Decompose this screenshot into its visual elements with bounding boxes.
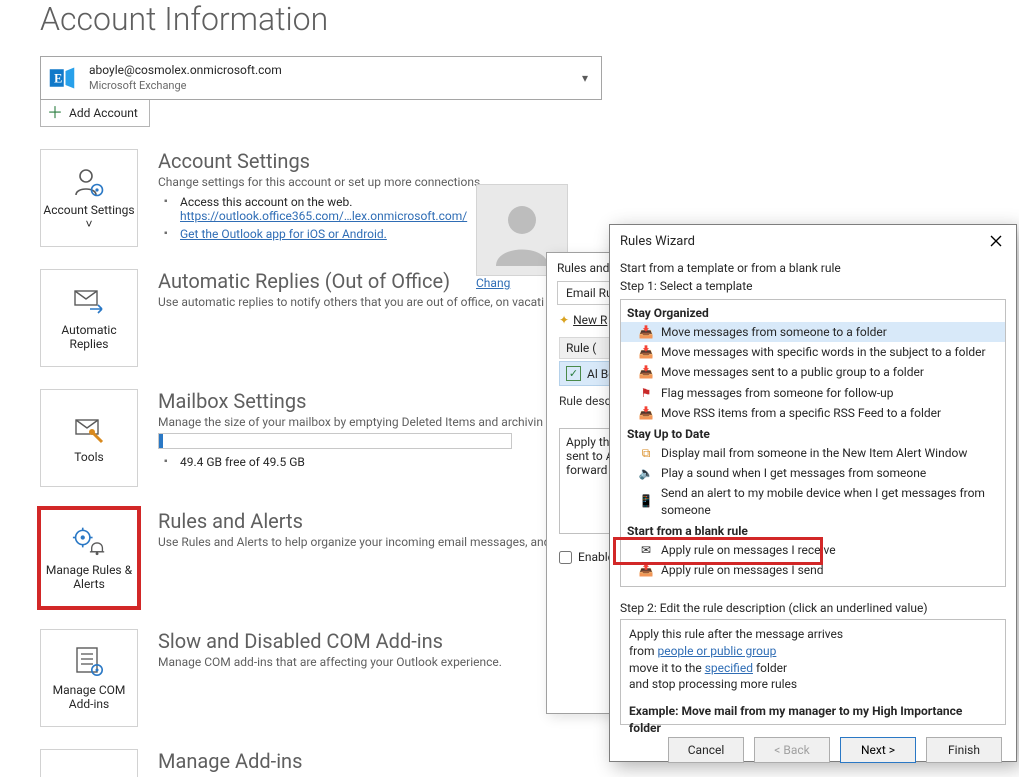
template-listbox[interactable]: Stay Organized 📥 Move messages from some… <box>620 299 1006 587</box>
manage-rules-tile-label: Manage Rules & Alerts <box>41 563 137 592</box>
link-people-group[interactable]: people or public group <box>657 644 776 658</box>
automatic-replies-tile-label: Automatic Replies <box>41 323 137 352</box>
enable-rules-checkbox[interactable] <box>559 551 572 564</box>
envelope-arrow-icon <box>72 285 106 319</box>
manage-rules-tile[interactable]: Manage Rules & Alerts <box>40 509 138 607</box>
manage-addins-tile[interactable] <box>40 749 138 777</box>
back-button[interactable]: < Back <box>754 737 830 763</box>
checkmark-icon[interactable]: ✓ <box>566 366 581 381</box>
automatic-replies-tile[interactable]: Automatic Replies <box>40 269 138 367</box>
account-selector[interactable]: E aboyle@cosmolex.onmicrosoft.com Micros… <box>40 56 602 100</box>
item-move-rss[interactable]: 📥 Move RSS items from a specific RSS Fee… <box>621 403 1005 423</box>
gear-bell-icon <box>72 525 106 559</box>
list-gear-icon <box>72 645 106 679</box>
storage-free-label: 49.4 GB free of 49.5 GB <box>180 455 305 469</box>
account-email: aboyle@cosmolex.onmicrosoft.com <box>89 62 569 78</box>
rules-wizard-dialog: Rules Wizard Start from a template or fr… <box>609 224 1017 762</box>
finish-button[interactable]: Finish <box>926 737 1002 763</box>
page-title: Account Information <box>40 0 1019 38</box>
settings-owa-link[interactable]: https://outlook.office365.com/…lex.onmic… <box>180 209 467 223</box>
link-specified-folder[interactable]: specified <box>705 661 753 675</box>
person-gear-icon <box>72 165 106 199</box>
mobile-alert-icon: 📱 <box>639 495 653 509</box>
item-move-someone[interactable]: 📥 Move messages from someone to a folder <box>621 322 1005 342</box>
tools-tile[interactable]: Tools <box>40 389 138 487</box>
envelope-icon: ✉ <box>639 543 653 557</box>
wizard-step1-label: Step 1: Select a template <box>620 279 1006 293</box>
sparkle-icon: ✦ <box>559 313 569 327</box>
wizard-start-label: Start from a template or from a blank ru… <box>620 261 1006 275</box>
envelope-send-icon: 📤 <box>639 563 653 577</box>
item-display-alert[interactable]: ⧉ Display mail from someone in the New I… <box>621 443 1005 463</box>
close-button[interactable] <box>986 231 1006 251</box>
folder-move-icon: 📥 <box>639 325 653 339</box>
settings-app-link[interactable]: Get the Outlook app for iOS or Android. <box>180 227 387 241</box>
item-play-sound[interactable]: 🔈 Play a sound when I get messages from … <box>621 463 1005 483</box>
account-type: Microsoft Exchange <box>89 79 569 94</box>
cat-blank-rule: Start from a blank rule <box>627 524 999 538</box>
cancel-button[interactable]: Cancel <box>668 737 744 763</box>
item-move-group[interactable]: 📥 Move messages sent to a public group t… <box>621 362 1005 382</box>
change-profile-link[interactable]: Chang <box>476 276 510 290</box>
item-apply-receive[interactable]: ✉ Apply rule on messages I receive <box>621 540 1005 560</box>
folder-move-icon: 📥 <box>639 406 653 420</box>
tools-tile-label: Tools <box>74 450 103 464</box>
account-caret-icon[interactable]: ▾ <box>569 71 601 85</box>
account-settings-tile-label: Account Settings ˅ <box>41 203 137 232</box>
manage-com-addins-tile[interactable]: Manage COM Add-ins <box>40 629 138 727</box>
item-send-alert[interactable]: 📱 Send an alert to my mobile device when… <box>621 483 1005 519</box>
item-apply-send[interactable]: 📤 Apply rule on messages I send <box>621 560 1005 580</box>
rules-wizard-title: Rules Wizard <box>620 234 695 249</box>
folder-move-icon: 📥 <box>639 345 653 359</box>
account-settings-tile[interactable]: Account Settings ˅ <box>40 149 138 247</box>
storage-bar <box>158 433 512 449</box>
account-settings-desc: Change settings for this account or set … <box>158 175 1019 189</box>
manage-com-addins-tile-label: Manage COM Add-ins <box>41 683 137 712</box>
speaker-icon: 🔈 <box>639 466 653 480</box>
item-move-subject[interactable]: 📥 Move messages with specific words in t… <box>621 342 1005 362</box>
mailbox-tool-icon <box>72 412 106 446</box>
wizard-desc-box: Apply this rule after the message arrive… <box>620 619 1006 725</box>
wizard-step2-label: Step 2: Edit the rule description (click… <box>620 601 1006 615</box>
item-flag[interactable]: ⚑ Flag messages from someone for follow-… <box>621 383 1005 403</box>
cat-stay-uptodate: Stay Up to Date <box>627 427 999 441</box>
cat-stay-organized: Stay Organized <box>627 306 999 320</box>
alert-window-icon: ⧉ <box>639 446 653 460</box>
add-account-label: Add Account <box>69 106 138 120</box>
next-button[interactable]: Next > <box>840 737 916 763</box>
add-account-button[interactable]: ＋ Add Account <box>40 100 150 127</box>
new-rule-button[interactable]: ✦ New R <box>559 313 607 327</box>
flag-icon: ⚑ <box>639 386 653 400</box>
plus-icon: ＋ <box>47 105 63 121</box>
exchange-icon: E <box>41 57 83 99</box>
svg-text:E: E <box>54 71 62 85</box>
folder-move-icon: 📥 <box>639 365 653 379</box>
settings-bullet-web: Access this account on the web. <box>180 195 352 209</box>
close-icon <box>990 235 1002 247</box>
account-settings-heading: Account Settings <box>158 149 1019 173</box>
